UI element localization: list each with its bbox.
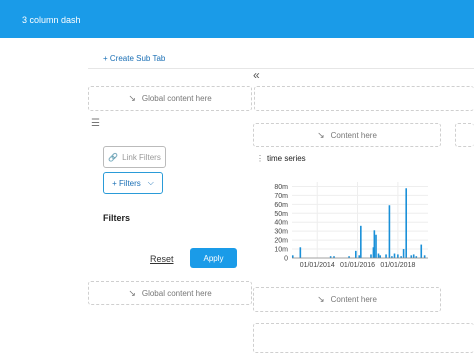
content-drop-zone-lower[interactable] — [253, 323, 474, 353]
create-sub-tab-link[interactable]: + Create Sub Tab — [103, 54, 165, 63]
drop-zone-label: Global content here — [141, 288, 212, 298]
menu-icon[interactable]: ☰ — [91, 118, 100, 129]
chart-bar — [377, 253, 380, 258]
chart-title: ⋮ time series — [256, 154, 306, 163]
apply-button[interactable]: Apply — [190, 248, 237, 268]
chart-bar — [397, 254, 399, 258]
y-tick-label: 80m — [274, 184, 288, 191]
time-series-chart[interactable]: 0 10m 20m 30m 40m 50m 60m 70m 80m 01/01/2014 01/01… — [256, 172, 436, 280]
content-drop-zone-bottom[interactable]: ↘ Content here — [253, 287, 441, 312]
global-content-drop-zone-top[interactable]: ↘ Global content here — [88, 86, 252, 111]
x-tick-label: 01/01/2018 — [380, 262, 415, 269]
tab-divider — [88, 68, 474, 69]
y-tick-label: 10m — [274, 247, 288, 254]
chart-bar — [358, 255, 361, 258]
x-tick-label: 01/01/2014 — [300, 262, 335, 269]
content-drop-zone-top[interactable]: ↘ Content here — [253, 123, 441, 147]
chart-bar — [402, 249, 405, 258]
add-filters-label: + Filters — [112, 178, 141, 188]
chart-bar — [360, 225, 362, 258]
add-filters-button[interactable]: + Filters ⌵ — [103, 172, 163, 194]
chart-bar — [355, 250, 357, 258]
x-tick-label: 01/01/2016 — [340, 262, 375, 269]
dashboard-title: 3 column dash — [22, 15, 81, 25]
drop-arrow-icon: ↘ — [317, 129, 325, 140]
chart-bar — [385, 254, 387, 258]
chart-bar — [291, 255, 294, 258]
y-tick-label: 40m — [274, 220, 288, 227]
chart-bar — [388, 205, 391, 258]
chevron-down-icon: ⌵ — [147, 178, 154, 187]
reset-button[interactable]: Reset — [150, 254, 174, 264]
drop-arrow-icon: ↘ — [128, 287, 136, 298]
y-tick-label: 30m — [274, 229, 288, 236]
y-tick-label: 60m — [274, 202, 288, 209]
content-drop-zone-header[interactable] — [254, 86, 474, 111]
chart-title-text: time series — [267, 154, 306, 163]
chart-bar — [393, 253, 396, 258]
filters-heading: Filters — [103, 213, 131, 223]
chart-bar — [299, 247, 302, 258]
y-tick-label: 50m — [274, 211, 288, 218]
collapse-icon[interactable]: « — [253, 68, 260, 82]
y-tick-label: 0 — [284, 256, 288, 263]
link-filters-button[interactable]: 🔗 Link Filters — [103, 146, 166, 168]
link-icon: 🔗 — [108, 152, 119, 162]
chart-bar — [412, 254, 415, 258]
drop-arrow-icon: ↘ — [128, 93, 136, 103]
chart-bar — [379, 255, 382, 258]
chart-bar — [370, 254, 372, 258]
chart-bar — [420, 244, 423, 258]
chart-bar — [423, 255, 426, 258]
chart-bar — [405, 188, 407, 258]
chart-bar — [410, 255, 413, 258]
drag-handle-icon[interactable]: ⋮ — [256, 154, 264, 163]
global-content-drop-zone-bottom[interactable]: ↘ Global content here — [88, 281, 252, 305]
drop-zone-label: Global content here — [141, 94, 212, 103]
top-bar: 3 column dash — [0, 0, 474, 38]
y-tick-label: 20m — [274, 238, 288, 245]
y-tick-label: 70m — [274, 193, 288, 200]
drop-zone-label: Content here — [330, 130, 377, 140]
chart-bar — [375, 234, 377, 258]
drop-zone-label: Content here — [330, 295, 377, 304]
drop-arrow-icon: ↘ — [317, 294, 325, 304]
chart-bar — [373, 230, 376, 258]
link-filters-label: Link Filters — [122, 152, 161, 162]
content-drop-zone-right[interactable] — [455, 123, 474, 147]
